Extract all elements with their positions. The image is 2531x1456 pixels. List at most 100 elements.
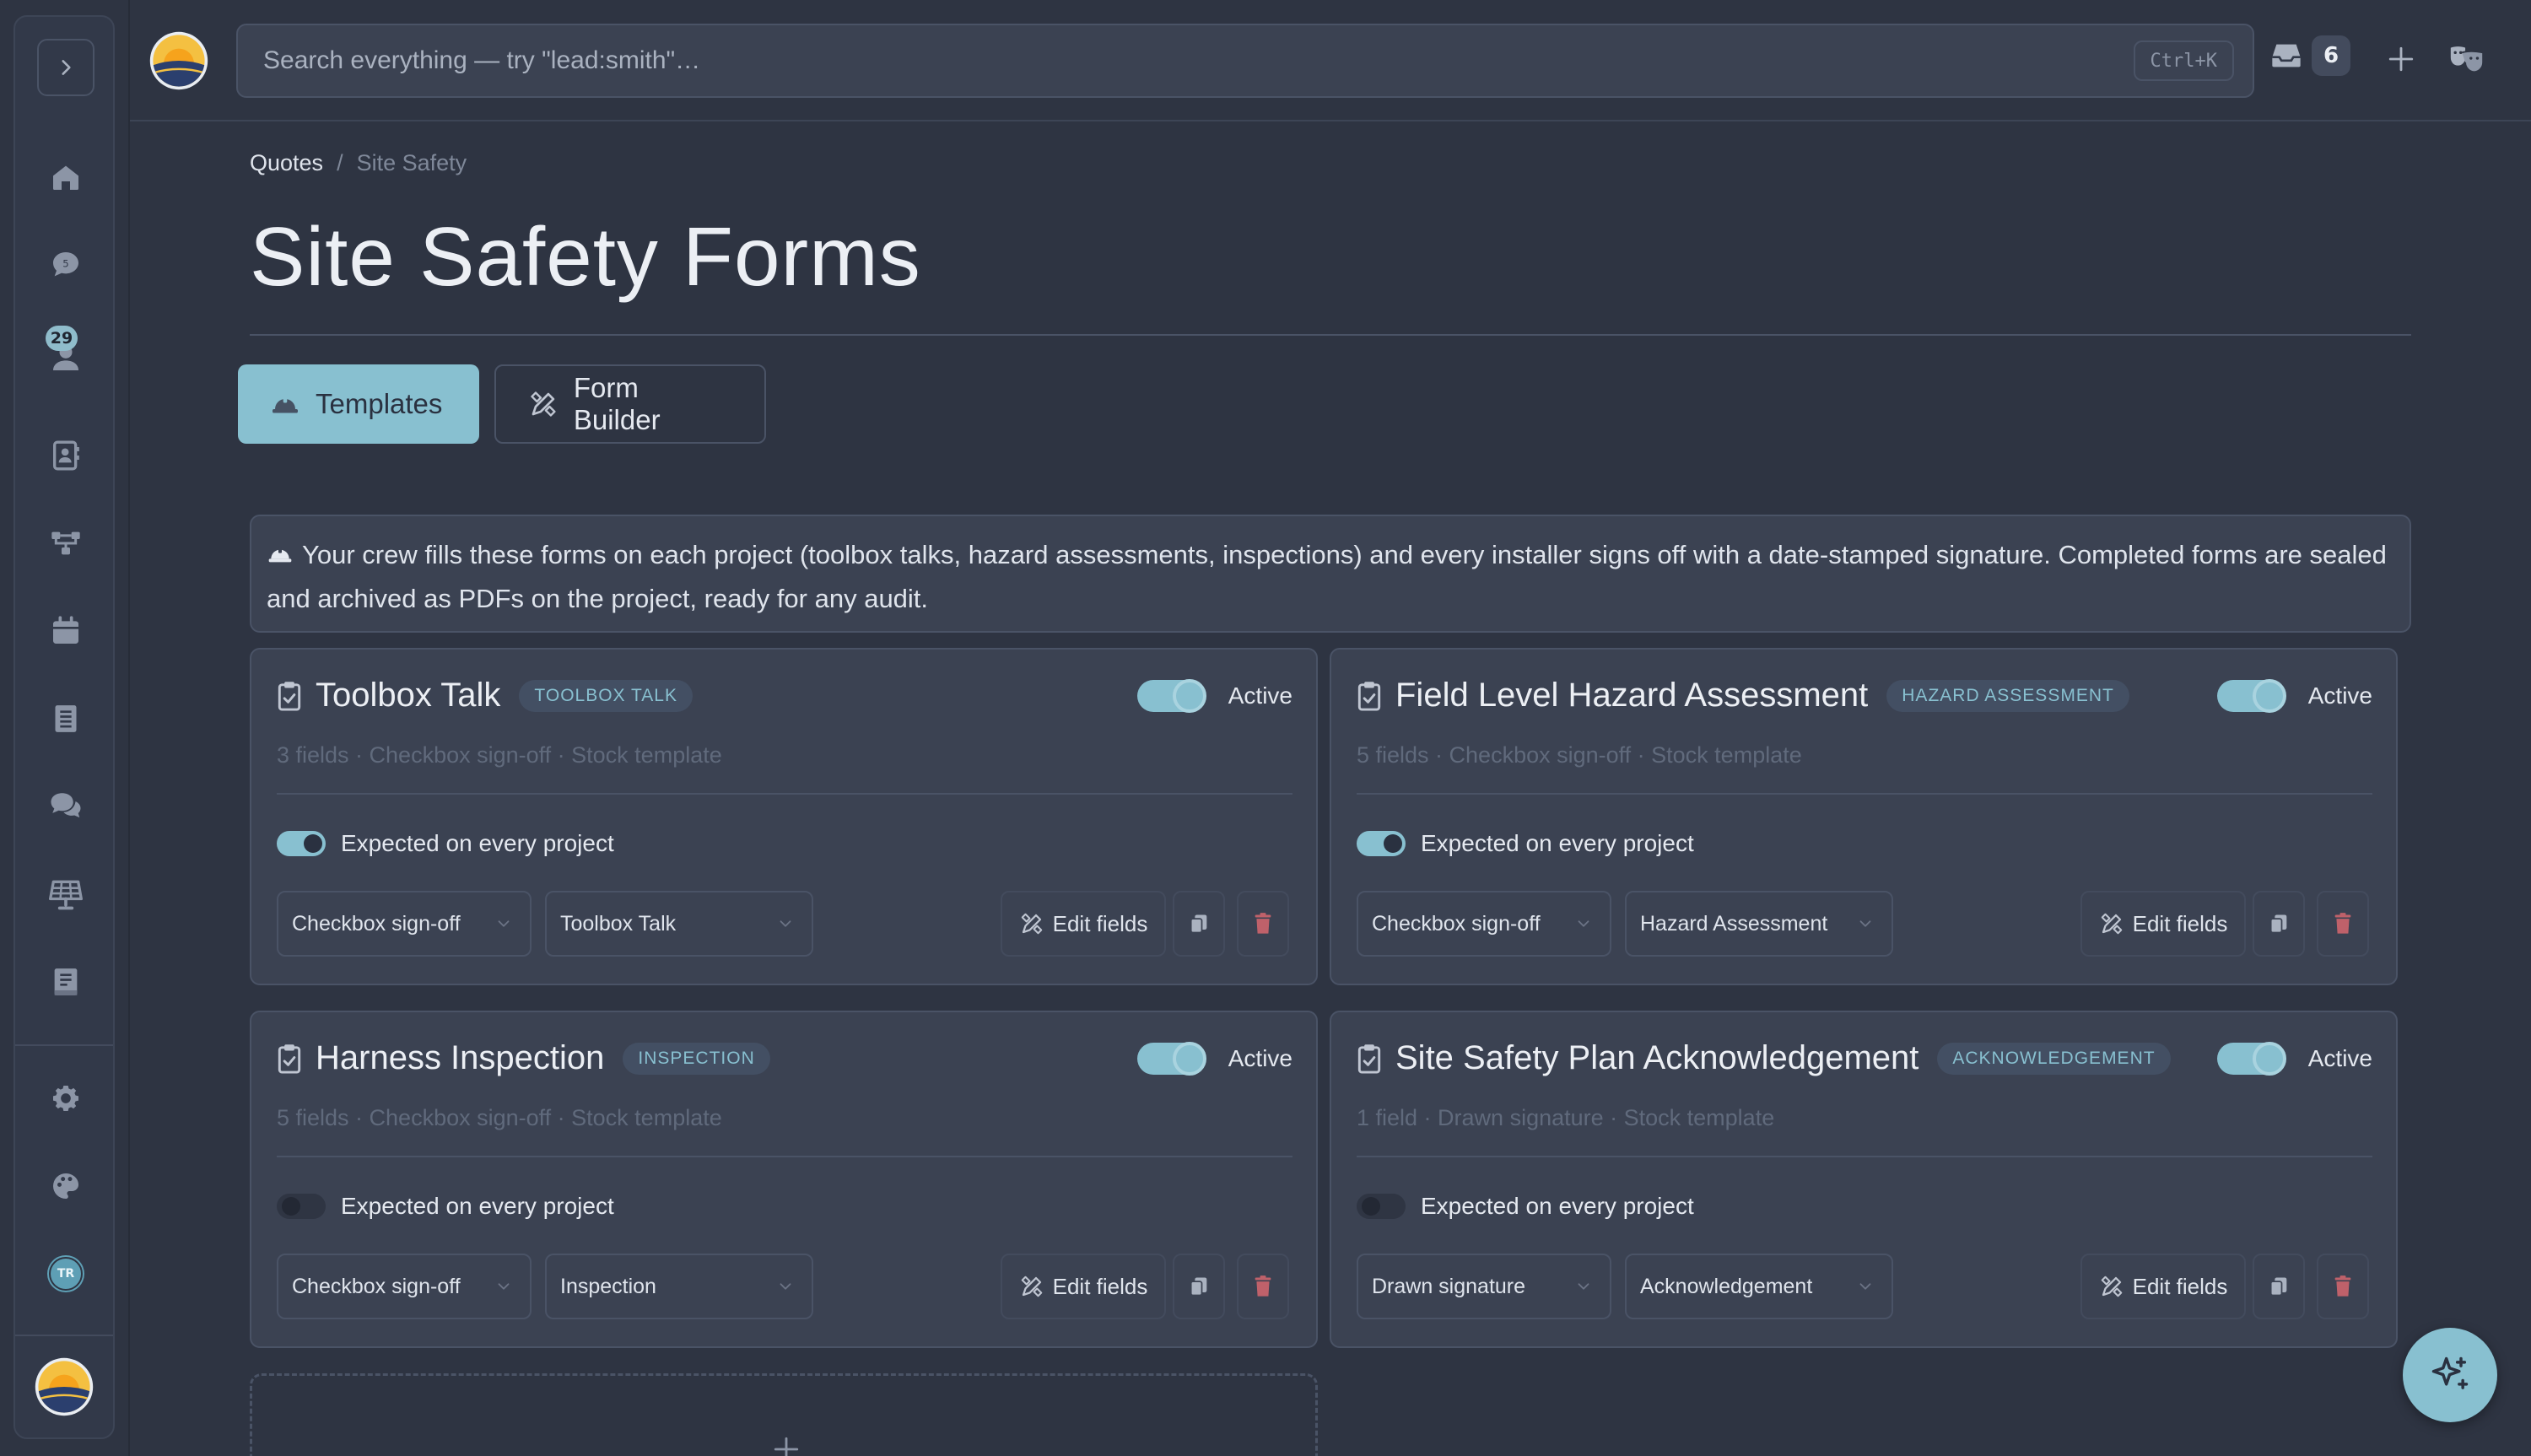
create-button[interactable] [2377,35,2425,83]
sidebar-brand-logo[interactable] [32,1355,96,1419]
active-toggle[interactable] [1136,679,1206,713]
sidebar-item-solar[interactable] [39,867,93,921]
active-toggle[interactable] [2216,679,2286,713]
add-template-card[interactable] [250,1373,1318,1456]
signoff-select[interactable]: Checkbox sign-off [277,1254,532,1319]
edit-fields-button[interactable]: Edit fields [2080,1254,2246,1319]
pencil-ruler-icon [1021,913,1042,935]
card-subtitle: 3 fields · Checkbox sign-off · Stock tem… [277,742,722,768]
duplicate-button[interactable] [1173,891,1225,957]
duplicate-button[interactable] [2253,891,2305,957]
sidebar-expand-button[interactable] [37,39,94,96]
expected-toggle[interactable] [277,831,326,856]
toggle-knob [1384,834,1402,853]
active-label: Active [2307,1045,2372,1071]
sidebar-item-workflow[interactable] [39,516,93,570]
sidebar-item-home[interactable] [39,150,93,204]
sunrise-logo-icon [149,31,208,90]
hard-hat-icon [268,547,292,563]
ai-assistant-button[interactable] [2403,1328,2497,1422]
edit-fields-label: Edit fields [1052,1273,1148,1299]
expected-toggle[interactable] [1357,831,1406,856]
signoff-select[interactable]: Drawn signature [1357,1254,1611,1319]
category-tag: TOOLBOX TALK [519,679,693,712]
expected-toggle[interactable] [1357,1194,1406,1219]
tab-form-builder[interactable]: Form Builder [494,364,766,444]
pencil-ruler-icon [531,391,556,417]
signoff-value: Checkbox sign-off [1372,911,1541,936]
delete-button[interactable] [1237,891,1289,957]
category-value: Inspection [560,1274,656,1298]
sidebar-item-people[interactable]: 29 [39,326,93,385]
delete-button[interactable] [2317,1254,2369,1319]
expected-control: Expected on every project [277,1193,614,1220]
theater-mode-button[interactable] [2443,35,2491,83]
category-select[interactable]: Inspection [545,1254,813,1319]
sidebar-item-documents[interactable] [39,692,93,746]
chevron-down-icon [1859,1283,1871,1290]
edit-fields-label: Edit fields [1052,910,1148,936]
clipboard-check-icon [1357,681,1381,711]
search-shortcut-hint: Ctrl+K [2133,40,2234,81]
edit-fields-button[interactable]: Edit fields [1001,1254,1166,1319]
active-toggle[interactable] [2216,1042,2286,1076]
toggle-knob [1362,1197,1380,1216]
form-template-card: Field Level Hazard Assessment HAZARD ASS… [1330,648,2398,985]
edit-fields-button[interactable]: Edit fields [2080,891,2246,957]
sidebar-item-theme[interactable] [39,1159,93,1213]
delete-button[interactable] [2317,891,2369,957]
search-input[interactable] [263,25,2077,96]
chevron-right-icon [62,60,71,75]
chat-icon: 5 [53,252,78,277]
card-header: Toolbox Talk TOOLBOX TALK [277,677,693,715]
app-logo[interactable] [148,30,209,91]
copy-icon [1190,1277,1207,1297]
trash-icon [2334,913,2351,934]
signoff-value: Checkbox sign-off [292,1274,461,1298]
sparkles-icon [2431,1356,2469,1389]
edit-fields-button[interactable]: Edit fields [1001,891,1166,957]
sidebar-separator [128,0,130,1456]
tab-templates[interactable]: Templates [238,364,479,444]
sidebar-item-messages[interactable] [39,779,93,833]
duplicate-button[interactable] [1173,1254,1225,1319]
sidebar-item-library[interactable] [39,955,93,1009]
form-template-card: Site Safety Plan Acknowledgement ACKNOWL… [1330,1011,2398,1348]
messages-icon [51,793,81,818]
toggle-knob [1172,679,1206,713]
duplicate-button[interactable] [2253,1254,2305,1319]
card-divider [277,793,1292,795]
sidebar-item-contacts[interactable] [39,429,93,483]
category-select[interactable]: Hazard Assessment [1625,891,1893,957]
copy-icon [2269,914,2287,934]
sidebar-item-chat[interactable]: 5 [39,238,93,292]
sidebar-item-calendar[interactable] [39,604,93,658]
card-header: Site Safety Plan Acknowledgement ACKNOWL… [1357,1039,2171,1077]
active-control: Active [2216,679,2372,713]
card-divider [277,1156,1292,1157]
category-select[interactable]: Toolbox Talk [545,891,813,957]
pencil-ruler-icon [1021,1275,1042,1297]
inbox-button[interactable]: 6 [2269,35,2350,76]
signoff-select[interactable]: Checkbox sign-off [1357,891,1611,957]
expected-toggle[interactable] [277,1194,326,1219]
form-template-card: Toolbox Talk TOOLBOX TALK Active 3 field… [250,648,1318,985]
pencil-ruler-icon [2101,913,2122,935]
sidebar: 5 29 TR [13,15,115,1439]
category-tag: HAZARD ASSESSMENT [1886,679,2129,712]
active-control: Active [1136,1042,1292,1076]
title-divider [250,334,2411,336]
breadcrumb: Quotes / Site Safety [250,150,467,176]
document-icon [55,705,77,732]
delete-button[interactable] [1237,1254,1289,1319]
breadcrumb-quotes-link[interactable]: Quotes [250,150,323,176]
card-title: Toolbox Talk [316,677,501,714]
sidebar-item-profile[interactable]: TR [39,1247,93,1301]
category-select[interactable]: Acknowledgement [1625,1254,1893,1319]
active-toggle[interactable] [1136,1042,1206,1076]
trash-icon [2334,1275,2351,1297]
inbox-count-badge: 6 [2312,35,2350,76]
breadcrumb-current: Site Safety [356,150,467,175]
sidebar-item-settings[interactable] [39,1071,93,1125]
signoff-select[interactable]: Checkbox sign-off [277,891,532,957]
